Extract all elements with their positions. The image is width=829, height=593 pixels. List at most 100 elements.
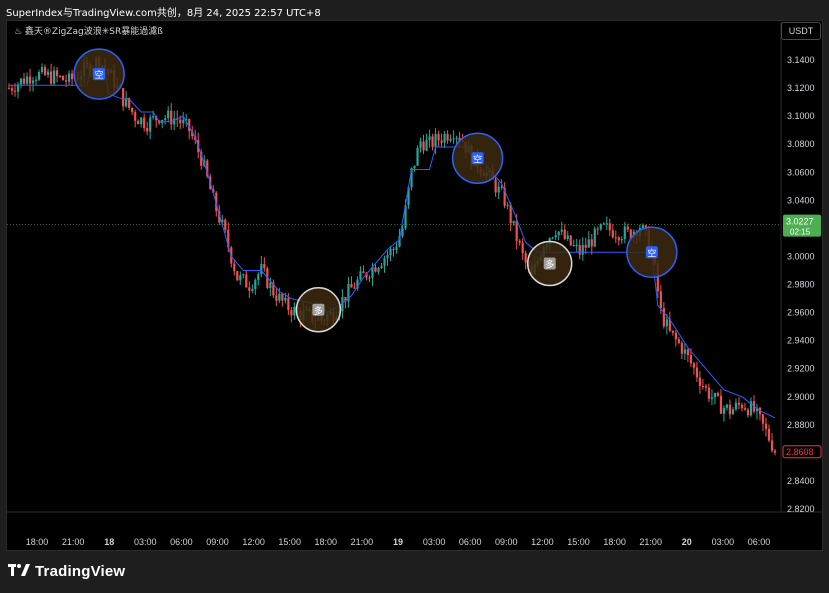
candle-body: [248, 287, 251, 291]
candle-body: [179, 119, 182, 124]
candle-body: [134, 112, 137, 121]
candle-body: [25, 76, 29, 84]
candle-body: [281, 293, 284, 301]
candle-body: [743, 408, 747, 410]
sell-signal-label: 空: [647, 247, 656, 259]
time-tick-label: 18:00: [26, 537, 49, 547]
currency-button[interactable]: USDT: [781, 22, 821, 40]
candle-body: [518, 240, 521, 243]
candle-body: [515, 220, 518, 241]
price-tick-label: 2.8200: [787, 504, 815, 514]
time-tick-label: 20: [682, 537, 692, 547]
candle-body: [431, 136, 434, 148]
candle-body: [254, 280, 257, 289]
candle-body: [551, 237, 554, 239]
candle-body: [437, 133, 440, 141]
candle-body: [131, 107, 134, 113]
current-price-value: 2.8608: [786, 447, 814, 457]
candle-body: [590, 239, 593, 247]
candle-body: [569, 235, 572, 246]
candle-body: [746, 409, 750, 416]
candle-body: [395, 246, 398, 251]
time-tick-label: 03:00: [423, 537, 446, 547]
candle-body: [392, 249, 395, 251]
candle-body: [584, 244, 587, 248]
time-tick-label: 09:00: [495, 537, 518, 547]
candle-body: [623, 226, 626, 240]
candle-body: [22, 78, 26, 84]
candle-body: [701, 385, 705, 387]
time-tick-label: 18:00: [603, 537, 626, 547]
candle-body: [413, 165, 416, 168]
candle-body: [578, 244, 581, 255]
candle-body: [164, 118, 167, 120]
candle-body: [566, 235, 569, 239]
candle-body: [497, 186, 500, 193]
candle-body: [380, 265, 383, 269]
candle-body: [440, 140, 443, 143]
candle-body: [260, 263, 263, 275]
sell-signal-label: 空: [95, 69, 104, 81]
candle-body: [19, 78, 23, 85]
candle-body: [362, 271, 365, 274]
price-tick-label: 2.8400: [787, 476, 815, 486]
candle-body: [524, 253, 527, 263]
candle-body: [257, 274, 260, 281]
candle-body: [695, 367, 698, 378]
candle-body: [137, 120, 140, 125]
candle-body: [737, 402, 741, 405]
candle-body: [43, 67, 47, 75]
candle-body: [374, 267, 377, 272]
time-tick-label: 21:00: [62, 537, 85, 547]
indicator-label[interactable]: ♨ 鑫天®ZigZag波浪✳SR暴能過濾ß: [14, 24, 163, 37]
candle-body: [146, 128, 149, 132]
candle-body: [64, 80, 68, 82]
price-tick-label: 2.9400: [787, 336, 815, 346]
candle-body: [52, 70, 56, 84]
chart-frame[interactable]: 3.16003.14003.12003.10003.08003.06003.04…: [6, 20, 824, 552]
price-tick-label: 2.9600: [787, 308, 815, 318]
candle-body: [731, 409, 735, 415]
price-chart[interactable]: 3.16003.14003.12003.10003.08003.06003.04…: [7, 21, 824, 552]
candle-body: [728, 404, 732, 415]
candle-body: [626, 226, 629, 230]
candle-body: [233, 263, 236, 272]
buy-signal-label: 多: [314, 305, 323, 317]
candle-body: [419, 141, 422, 148]
candle-body: [7, 88, 11, 90]
candle-body: [455, 137, 458, 139]
candle-body: [680, 342, 683, 354]
chart-header: SuperIndex与TradingView.com共创，8月 24, 2025…: [0, 0, 829, 20]
candle-body: [671, 330, 674, 333]
time-tick-label: 15:00: [278, 537, 301, 547]
candle-body: [278, 293, 281, 301]
candle-body: [659, 291, 662, 309]
candle-body: [599, 224, 602, 230]
candle-body: [446, 133, 449, 141]
candle-body: [242, 274, 245, 276]
time-tick-label: 06:00: [748, 537, 771, 547]
candle-body: [557, 231, 560, 236]
candle-body: [40, 67, 44, 72]
candle-body: [245, 274, 248, 288]
candle-body: [61, 76, 65, 81]
candle-body: [46, 71, 50, 75]
candle-body: [740, 404, 744, 409]
candle-body: [665, 319, 668, 327]
candle-body: [512, 220, 515, 224]
candle-body: [602, 223, 605, 225]
candle-body: [713, 393, 717, 398]
candle-body: [251, 288, 254, 291]
candle-body: [422, 141, 425, 151]
candle-body: [614, 237, 617, 239]
candle-body: [173, 118, 176, 125]
candle-body: [389, 249, 392, 256]
candle-body: [617, 237, 620, 241]
price-tick-label: 3.1000: [787, 111, 815, 121]
candle-body: [716, 393, 720, 396]
candle-body: [10, 88, 14, 91]
candle-body: [500, 186, 503, 188]
price-tick-label: 3.1200: [787, 83, 815, 93]
tradingview-brand[interactable]: TradingView: [8, 563, 125, 580]
candle-body: [704, 386, 708, 388]
